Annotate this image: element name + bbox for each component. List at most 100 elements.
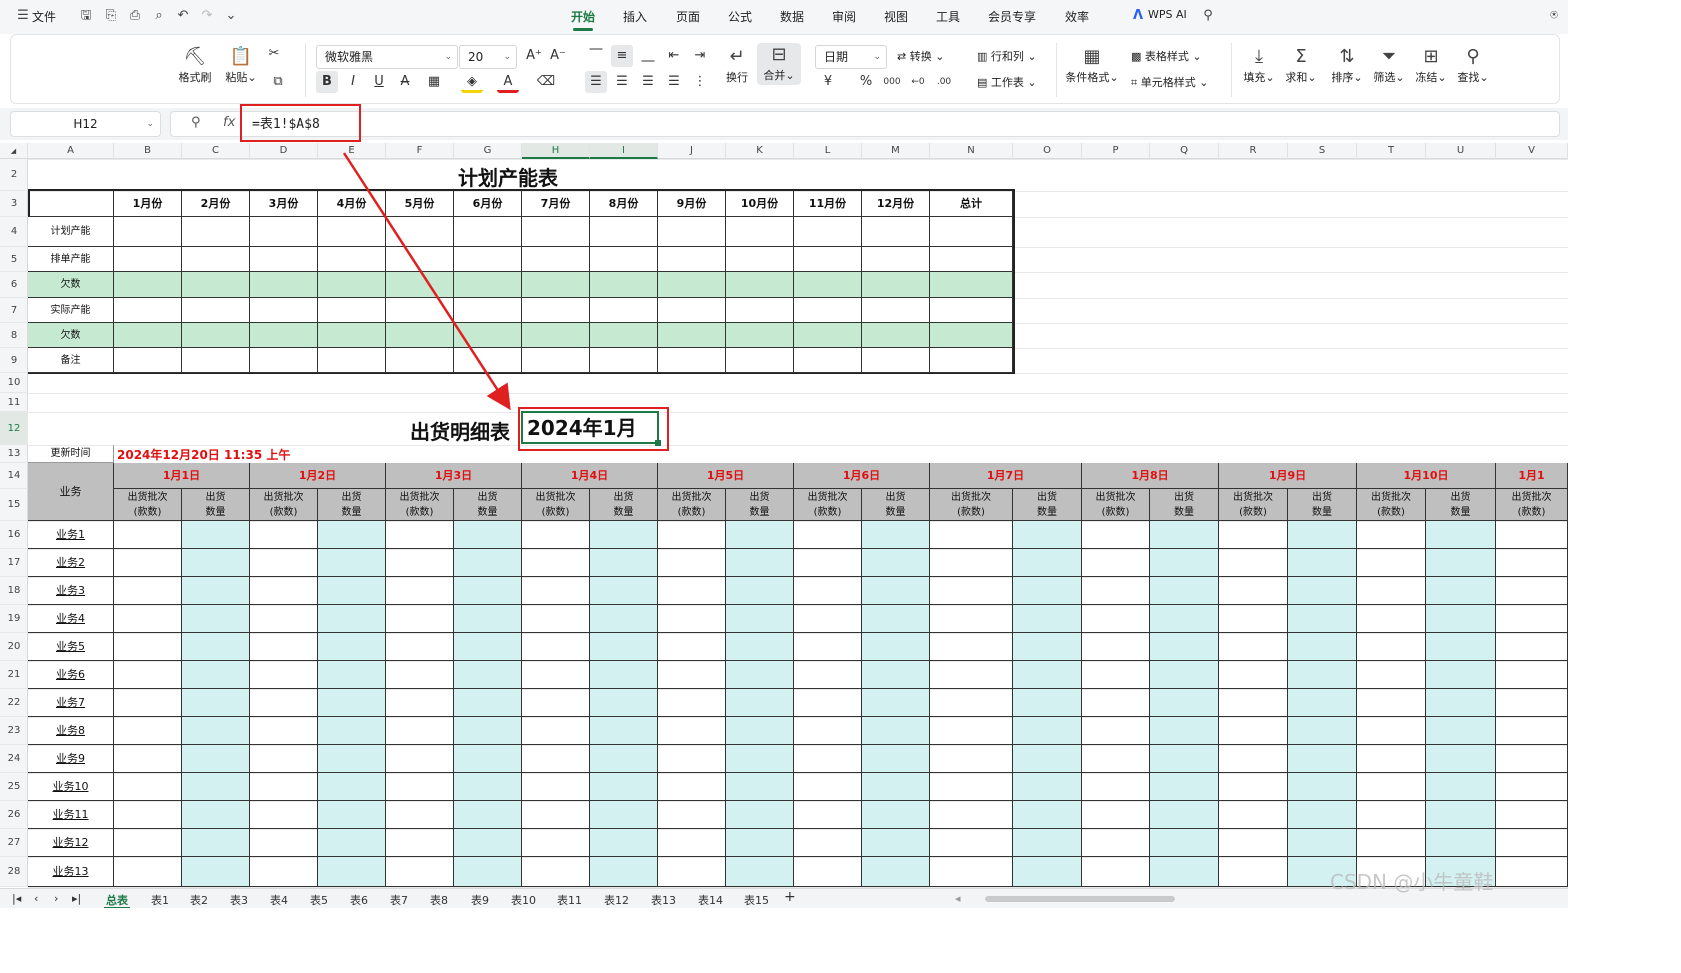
qty-cell[interactable]: [862, 745, 930, 773]
batch-cell[interactable]: [794, 773, 862, 801]
sheet-tab-5[interactable]: 表4: [270, 892, 288, 908]
plan-cell[interactable]: [726, 247, 794, 272]
batch-cell[interactable]: [658, 549, 726, 577]
qty-cell[interactable]: [1013, 801, 1082, 829]
plan-row-label[interactable]: 计划产能: [28, 217, 114, 247]
qty-cell[interactable]: [1426, 801, 1496, 829]
qty-cell[interactable]: [862, 801, 930, 829]
batch-cell[interactable]: [250, 745, 318, 773]
qty-cell[interactable]: [726, 829, 794, 857]
batch-cell[interactable]: [386, 633, 454, 661]
batch-cell[interactable]: [114, 689, 182, 717]
qty-cell[interactable]: [1013, 605, 1082, 633]
qty-cell[interactable]: [318, 801, 386, 829]
plan-cell[interactable]: [794, 323, 862, 348]
qty-cell[interactable]: [1150, 857, 1219, 887]
batch-cell[interactable]: [930, 745, 1013, 773]
batch-cell[interactable]: [930, 605, 1013, 633]
batch-cell[interactable]: [386, 745, 454, 773]
number-format-select[interactable]: 日期 ⌄: [815, 45, 887, 69]
table-style-button[interactable]: ▩ 表格样式 ⌄: [1131, 48, 1202, 64]
scroll-left-icon[interactable]: ◂: [955, 892, 961, 905]
qty-cell[interactable]: [182, 577, 250, 605]
bold-button[interactable]: B: [316, 71, 338, 93]
qty-cell[interactable]: [1426, 829, 1496, 857]
plan-cell[interactable]: [182, 272, 250, 298]
batch-cell[interactable]: [250, 633, 318, 661]
column-header-O[interactable]: O: [1013, 143, 1082, 159]
batch-cell[interactable]: [794, 661, 862, 689]
batch-cell[interactable]: [250, 661, 318, 689]
qty-cell[interactable]: [862, 857, 930, 887]
batch-cell[interactable]: [1219, 829, 1288, 857]
qty-cell[interactable]: [454, 857, 522, 887]
batch-cell[interactable]: [1082, 745, 1150, 773]
next-sheet-icon[interactable]: ›: [54, 892, 58, 905]
qty-cell[interactable]: [1288, 661, 1357, 689]
qty-cell[interactable]: [1288, 521, 1357, 549]
plan-cell[interactable]: [454, 217, 522, 247]
qty-cell[interactable]: [1150, 577, 1219, 605]
plan-cell[interactable]: [114, 298, 182, 323]
column-header-C[interactable]: C: [182, 143, 250, 159]
font-size-select[interactable]: 20 ⌄: [459, 45, 517, 69]
row-col-button[interactable]: ▥ 行和列 ⌄: [977, 48, 1037, 64]
cell-style-button[interactable]: ⌗ 单元格样式 ⌄: [1131, 74, 1208, 90]
batch-cell[interactable]: [386, 689, 454, 717]
batch-cell[interactable]: [522, 801, 590, 829]
batch-cell[interactable]: [1219, 717, 1288, 745]
batch-cell[interactable]: [522, 745, 590, 773]
italic-button[interactable]: I: [342, 71, 364, 93]
qty-cell[interactable]: [1150, 549, 1219, 577]
increase-font-icon[interactable]: A⁺: [523, 45, 545, 67]
update-time-label[interactable]: 更新时间: [28, 445, 114, 463]
plan-cell[interactable]: [522, 272, 590, 298]
plan-cell[interactable]: [862, 272, 930, 298]
column-header-E[interactable]: E: [318, 143, 386, 159]
batch-cell[interactable]: [1219, 577, 1288, 605]
plan-cell[interactable]: [658, 348, 726, 373]
currency-icon[interactable]: ¥: [817, 71, 839, 93]
batch-cell[interactable]: [114, 717, 182, 745]
align-top-icon[interactable]: ⎺: [585, 45, 607, 67]
qty-subheader[interactable]: 出货 数量: [1013, 489, 1082, 521]
qty-cell[interactable]: [1426, 717, 1496, 745]
qty-cell[interactable]: [318, 773, 386, 801]
qty-cell[interactable]: [862, 661, 930, 689]
batch-cell[interactable]: [930, 521, 1013, 549]
qty-cell[interactable]: [590, 549, 658, 577]
batch-subheader[interactable]: 出货批次 (款数): [794, 489, 862, 521]
sum-button[interactable]: Σ 求和⌄: [1283, 45, 1319, 85]
indent-increase-icon[interactable]: ⇥: [689, 45, 711, 67]
qty-subheader[interactable]: 出货 数量: [862, 489, 930, 521]
plan-cell[interactable]: [386, 247, 454, 272]
zoom-icon[interactable]: ⚲: [191, 115, 201, 130]
plan-cell[interactable]: [522, 323, 590, 348]
batch-cell[interactable]: [794, 829, 862, 857]
qty-cell[interactable]: [182, 521, 250, 549]
plan-cell[interactable]: [930, 272, 1013, 298]
batch-cell[interactable]: [1496, 829, 1568, 857]
qty-cell[interactable]: [454, 549, 522, 577]
qty-cell[interactable]: [318, 661, 386, 689]
sheet-tab-2[interactable]: 表1: [151, 892, 169, 908]
qty-cell[interactable]: [182, 633, 250, 661]
qty-cell[interactable]: [862, 577, 930, 605]
qty-cell[interactable]: [1150, 801, 1219, 829]
sheet-tab-9[interactable]: 表8: [430, 892, 448, 908]
menu-icon[interactable]: ☰: [14, 7, 32, 25]
qty-cell[interactable]: [1288, 801, 1357, 829]
row-header-23[interactable]: 23: [0, 717, 28, 745]
batch-cell[interactable]: [794, 689, 862, 717]
qty-cell[interactable]: [454, 605, 522, 633]
more-chevron-icon[interactable]: ⌄: [222, 7, 240, 25]
plan-cell[interactable]: [182, 217, 250, 247]
batch-cell[interactable]: [930, 829, 1013, 857]
row-header-6[interactable]: 6: [0, 272, 28, 298]
batch-subheader[interactable]: 出货批次 (款数): [250, 489, 318, 521]
plan-cell[interactable]: [658, 217, 726, 247]
print-icon[interactable]: ⎙: [126, 7, 144, 25]
menu-tab-10[interactable]: 效率: [1065, 8, 1089, 25]
qty-cell[interactable]: [726, 661, 794, 689]
font-color-icon[interactable]: A: [497, 71, 519, 93]
